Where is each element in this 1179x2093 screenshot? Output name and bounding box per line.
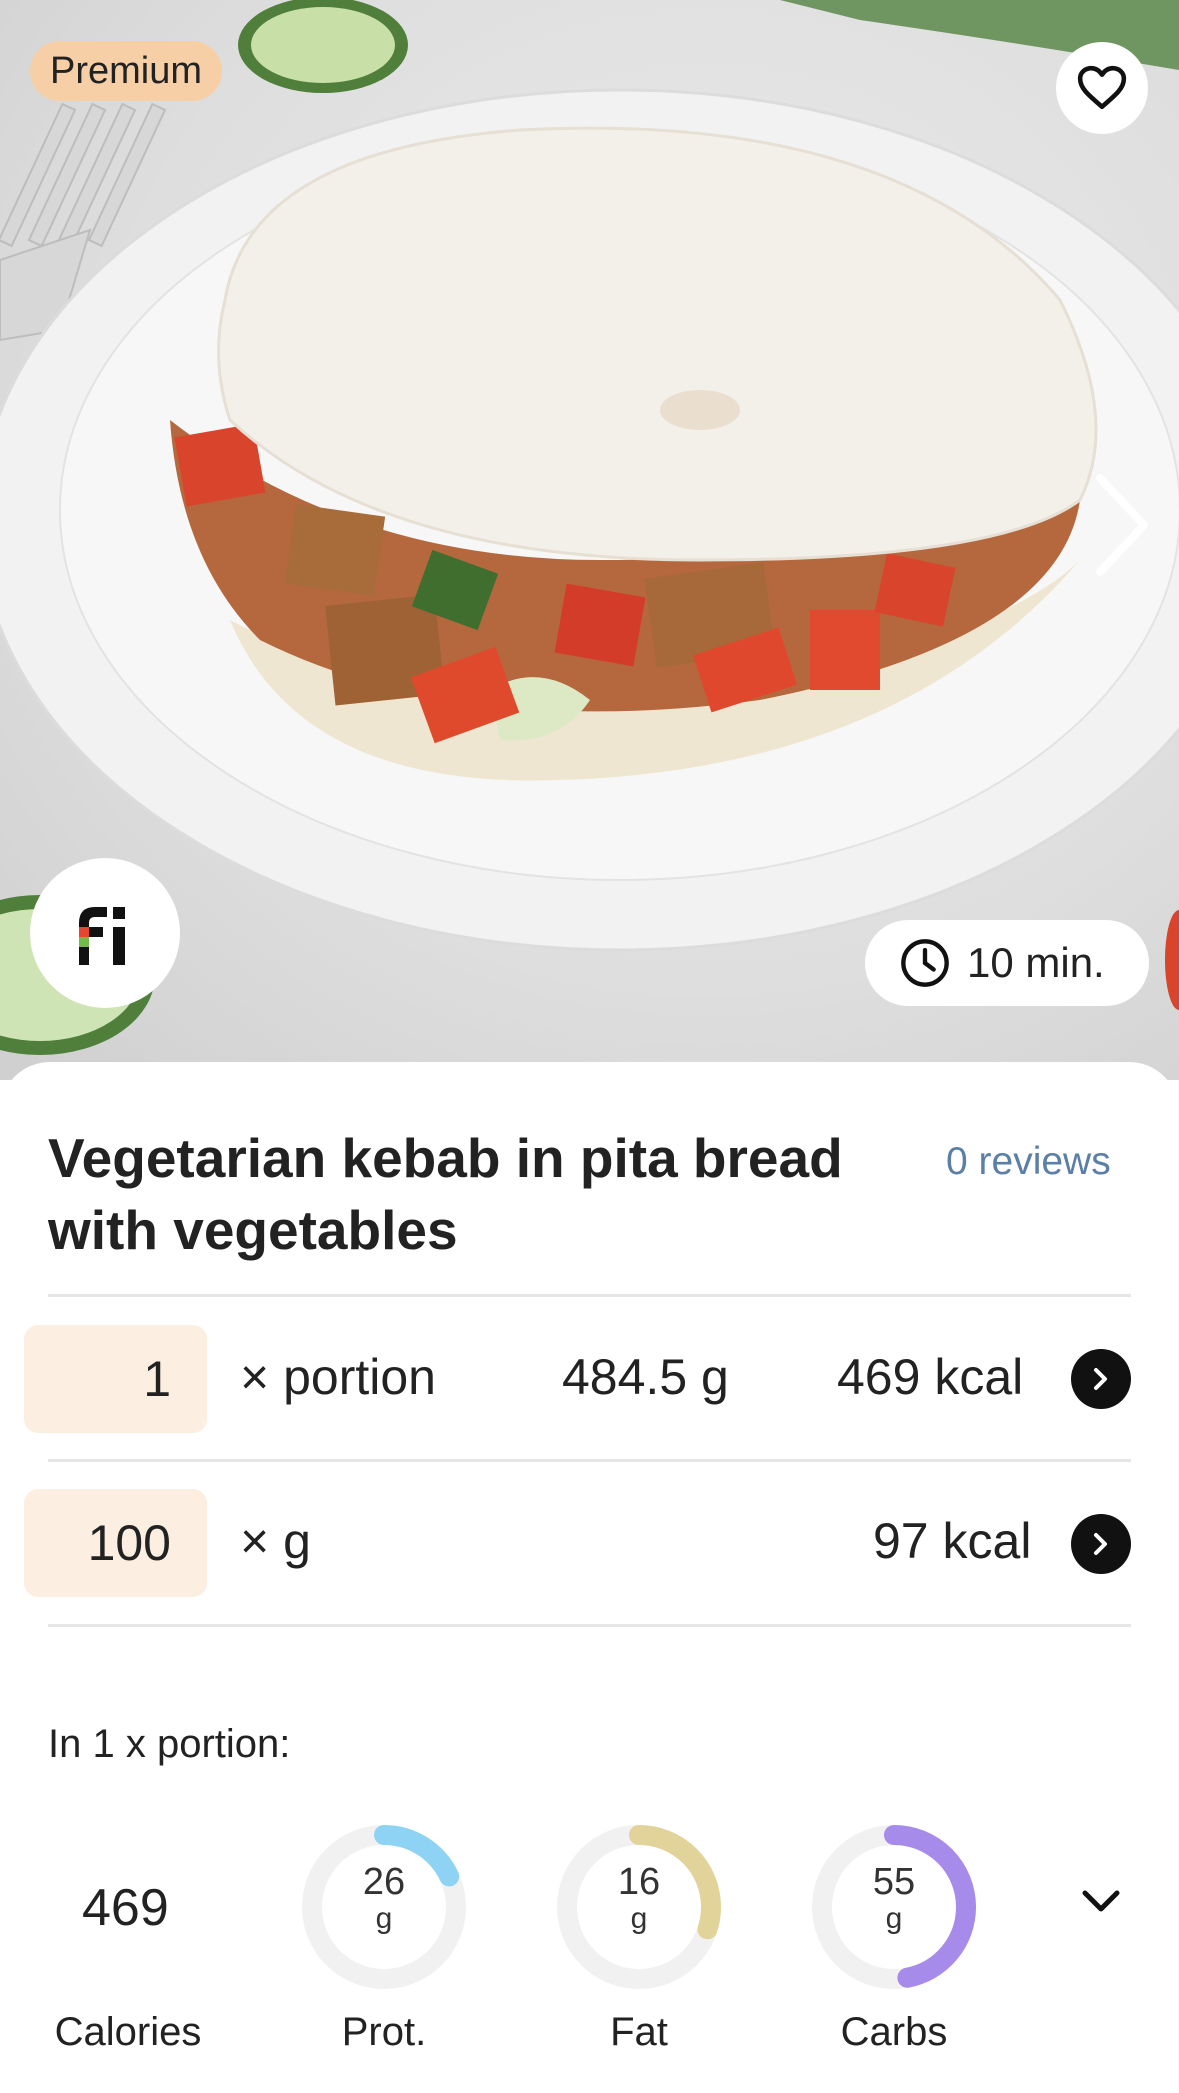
calories-label: Calories bbox=[54, 2010, 202, 2054]
fat-ring: 16 g bbox=[554, 1822, 724, 1992]
calories-value: 469 bbox=[82, 1879, 169, 1937]
grams-quantity-input[interactable]: 100 bbox=[24, 1489, 207, 1597]
divider bbox=[48, 1624, 1131, 1627]
fat-value: 16 bbox=[617, 1861, 661, 1903]
arrow-right-icon bbox=[1094, 1533, 1107, 1555]
add-portion-button[interactable] bbox=[1071, 1349, 1131, 1409]
fat-label: Fat bbox=[610, 2010, 668, 2054]
grams-kcal: 97 kcal bbox=[873, 1513, 1032, 1569]
carbs-unit: g bbox=[885, 1902, 903, 1935]
clock-icon bbox=[901, 939, 949, 987]
app-logo-icon bbox=[79, 907, 125, 965]
favorite-button[interactable] bbox=[1056, 42, 1148, 134]
prep-time-badge: 10 min. bbox=[865, 920, 1149, 1006]
chevron-right-icon[interactable] bbox=[1086, 470, 1156, 580]
divider bbox=[48, 1294, 1131, 1297]
protein-ring: 26 g bbox=[299, 1822, 469, 1992]
protein-unit: g bbox=[375, 1902, 393, 1935]
recipe-hero-image: Premium 10 min. bbox=[0, 0, 1179, 1080]
prep-time-label: 10 min. bbox=[967, 939, 1105, 986]
recipe-title: Vegetarian kebab in pita bread with vege… bbox=[48, 1127, 843, 1261]
nutrition-heading: In 1 x portion: bbox=[48, 1722, 291, 1766]
arrow-right-icon bbox=[1094, 1368, 1107, 1390]
protein-label: Prot. bbox=[341, 2010, 427, 2054]
fat-unit: g bbox=[630, 1902, 648, 1935]
portion-weight: 484.5 g bbox=[562, 1349, 729, 1405]
carbs-label: Carbs bbox=[840, 2010, 948, 2054]
protein-value: 26 bbox=[362, 1861, 406, 1903]
grams-unit[interactable]: × g bbox=[240, 1512, 311, 1570]
chevron-down-icon[interactable] bbox=[1080, 1886, 1122, 1916]
carbs-value: 55 bbox=[872, 1861, 916, 1903]
divider bbox=[48, 1459, 1131, 1462]
carbs-ring: 55 g bbox=[809, 1822, 979, 1992]
reviews-link[interactable]: 0 reviews bbox=[946, 1140, 1111, 1184]
heart-icon bbox=[1077, 65, 1127, 110]
portion-kcal: 469 kcal bbox=[837, 1349, 1024, 1405]
brand-logo bbox=[30, 858, 180, 1008]
premium-badge: Premium bbox=[30, 41, 223, 101]
portion-unit[interactable]: × portion bbox=[240, 1348, 436, 1406]
add-grams-button[interactable] bbox=[1071, 1514, 1131, 1574]
portion-quantity-input[interactable]: 1 bbox=[24, 1325, 207, 1433]
